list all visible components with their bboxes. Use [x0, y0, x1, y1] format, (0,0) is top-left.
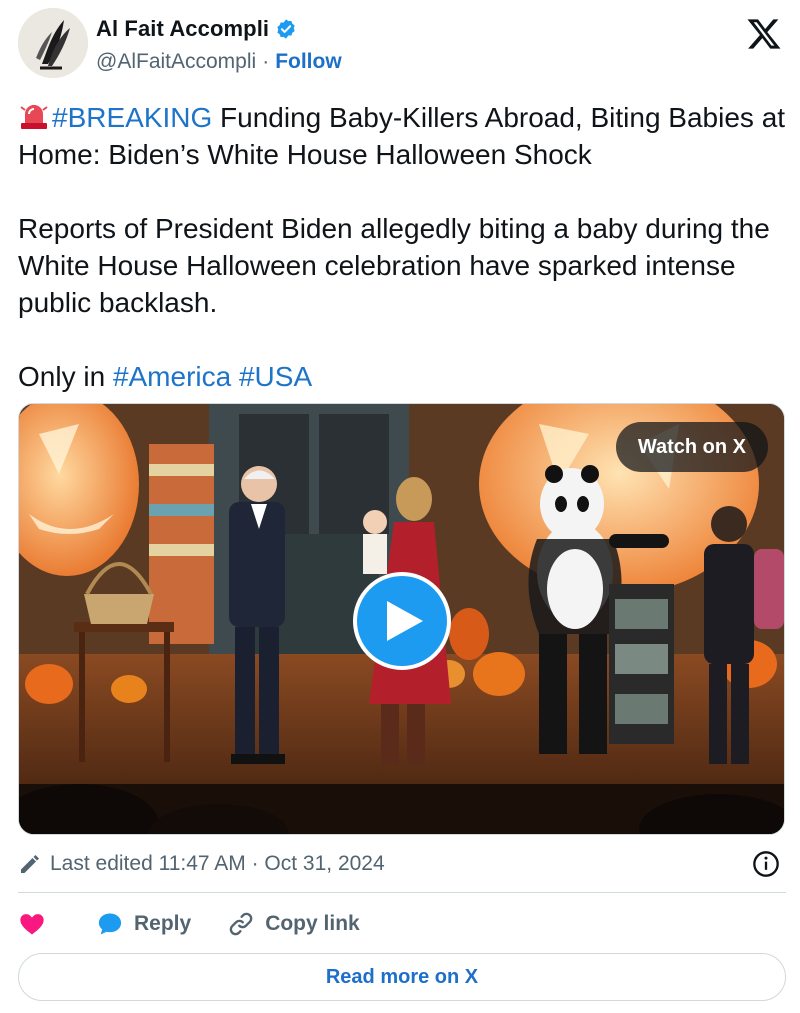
avatar-image — [18, 8, 88, 78]
copy-link-button[interactable]: Copy link — [227, 910, 360, 938]
video-player[interactable]: Watch on X — [18, 403, 785, 835]
tweet-body: Reports of President Biden allegedly bit… — [18, 213, 770, 318]
read-more-button[interactable]: Read more on X — [18, 953, 786, 1001]
watch-on-x-button[interactable]: Watch on X — [615, 422, 768, 472]
author-name-row: Al Fait Accompli — [96, 16, 297, 42]
play-icon — [387, 601, 423, 641]
reply-button[interactable]: Reply — [96, 910, 191, 938]
hashtag-america[interactable]: #America — [113, 361, 231, 392]
author-name[interactable]: Al Fait Accompli — [96, 16, 269, 42]
verified-badge-icon — [277, 19, 295, 39]
tweet-headline: #BREAKING Funding Baby-Killers Abroad, B… — [18, 99, 788, 173]
divider — [18, 892, 786, 893]
play-button[interactable] — [353, 572, 451, 670]
like-button[interactable] — [18, 910, 46, 938]
hashtag-usa[interactable]: #USA — [239, 361, 312, 392]
avatar[interactable] — [18, 8, 88, 78]
handle-separator: · — [262, 50, 270, 73]
edit-meta-row: Last edited 11:47 AM · Oct 31, 2024 — [18, 848, 786, 880]
follow-button[interactable]: Follow — [275, 50, 342, 74]
closing-prefix: Only in — [18, 361, 113, 392]
link-icon — [229, 912, 253, 936]
siren-emoji-icon — [20, 105, 48, 129]
author-handle[interactable]: @AlFaitAccompli — [96, 50, 256, 74]
author-handle-row: @AlFaitAccompli · Follow — [96, 50, 342, 74]
tweet-closing: Only in #America #USA — [18, 358, 788, 395]
action-bar: Reply Copy link — [18, 905, 360, 943]
info-icon[interactable] — [752, 850, 780, 878]
heart-icon — [20, 914, 44, 935]
tweet-text: #BREAKING Funding Baby-Killers Abroad, B… — [18, 99, 788, 395]
tweet-header: Al Fait Accompli @AlFaitAccompli · Follo… — [18, 8, 786, 84]
pencil-icon — [21, 855, 39, 873]
copy-link-label: Copy link — [265, 912, 360, 935]
last-edited-text[interactable]: Last edited 11:47 AM · Oct 31, 2024 — [50, 852, 385, 876]
hashtag-breaking[interactable]: #BREAKING — [52, 102, 212, 133]
x-logo-icon[interactable] — [746, 16, 782, 52]
reply-bubble-icon — [98, 913, 122, 935]
reply-label: Reply — [134, 912, 192, 935]
